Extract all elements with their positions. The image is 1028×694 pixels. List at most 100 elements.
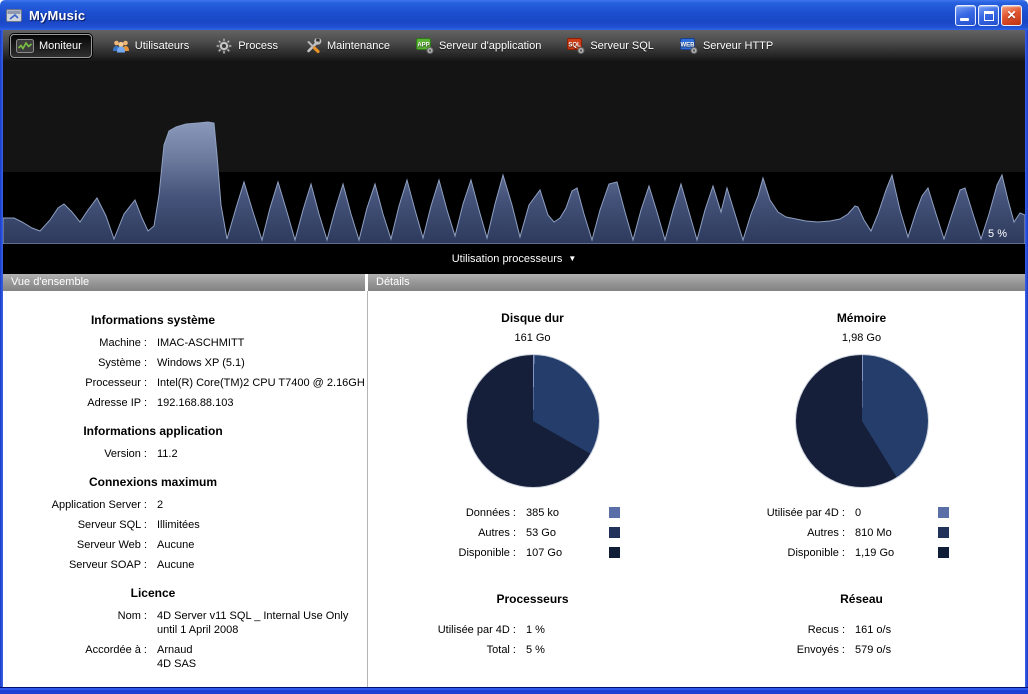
legend-row: Données :385 ko [368,503,697,523]
toolbar-label: Utilisateurs [135,40,189,52]
info-row: Accordée à : Arnaud 4D SAS [3,643,366,671]
toolbar-label: Process [238,40,278,52]
close-button[interactable]: ✕ [1001,5,1022,26]
stat-row: Utilisée par 4D : 1 % [368,620,697,640]
graph-selector-band: Utilisation processeurs ▼ [3,244,1025,274]
toolbar-label: Maintenance [327,40,390,52]
toolbar-item-moniteur[interactable]: Moniteur [10,34,92,58]
legend-color-swatch [938,547,949,558]
toolbar-item-serveur-sql[interactable]: SQL Serveur SQL [561,35,660,57]
info-value: Illimitées [157,518,366,532]
window-title: MyMusic [29,8,85,23]
maximize-icon [984,11,994,21]
disk-column: Disque dur 161 Go Données :385 ko Autres… [368,291,697,687]
window-border-bottom [0,687,1028,694]
app-icon[interactable] [6,8,23,23]
info-label: Version : [3,447,147,461]
stat-label: Total : [368,644,516,656]
toolbar-item-maintenance[interactable]: Maintenance [298,35,396,57]
close-icon: ✕ [1002,6,1021,25]
svg-text:APP: APP [417,42,429,48]
section-heading: Licence [3,586,303,600]
info-label: Application Server : [3,498,147,512]
toolbar: Moniteur Utilisateurs [0,30,1028,61]
stat-value: 161 o/s [855,624,1026,636]
maximize-button[interactable] [978,5,999,26]
legend-row: Disponible :1,19 Go [697,543,1026,563]
toolbar-label: Serveur SQL [590,40,654,52]
app-server-icon: APP [416,38,434,54]
toolbar-item-serveur-application[interactable]: APP Serveur d'application [410,35,547,57]
info-value: 11.2 [157,447,366,461]
info-value: 4D Server v11 SQL _ Internal Use Only un… [157,609,366,637]
stat-value: 579 o/s [855,644,1026,656]
stat-row: Recus : 161 o/s [697,620,1026,640]
info-label: Serveur Web : [3,538,147,552]
sql-server-icon: SQL [567,38,585,54]
info-label: Serveur SOAP : [3,558,147,572]
minimize-icon [960,18,969,21]
memory-total: 1,98 Go [697,332,1026,344]
disk-pie-chart [467,355,599,487]
info-value: Arnaud 4D SAS [157,643,366,671]
info-label: Processeur : [3,376,147,390]
info-label: Système : [3,356,147,370]
processors-heading: Processeurs [368,592,697,606]
toolbar-label: Serveur HTTP [703,40,773,52]
gear-icon [215,38,233,54]
info-row: Nom :4D Server v11 SQL _ Internal Use On… [3,609,366,637]
info-label: Adresse IP : [3,396,147,410]
info-row: Processeur :Intel(R) Core(TM)2 CPU T7400… [3,376,366,390]
overview-panel: Informations système Machine : IMAC-ASCHM… [3,291,366,687]
legend-color-swatch [938,507,949,518]
legend-row: Autres :53 Go [368,523,697,543]
memory-column: Mémoire 1,98 Go Utilisée par 4D :0 Autre… [697,291,1026,687]
cpu-current-value: 5 % [988,228,1007,240]
details-panel: Disque dur 161 Go Données :385 ko Autres… [367,291,1025,687]
toolbar-item-utilisateurs[interactable]: Utilisateurs [106,35,195,57]
legend-label: Autres : [697,527,845,539]
legend-label: Autres : [368,527,516,539]
info-value: Aucune [157,538,366,552]
info-row: Application Server :2 [3,498,366,512]
graph-selector-dropdown[interactable]: Utilisation processeurs ▼ [452,253,577,265]
network-heading: Réseau [697,592,1026,606]
stat-label: Recus : [697,624,845,636]
info-value: Windows XP (5.1) [157,356,366,370]
info-row: Serveur SQL :Illimitées [3,518,366,532]
info-row: Adresse IP : 192.168.88.103 [3,396,366,410]
toolbar-item-serveur-http[interactable]: WEB Serveur HTTP [674,35,779,57]
stat-row: Total :5 % [368,640,697,660]
section-heading: Informations système [3,313,303,327]
info-row: Serveur Web : Aucune [3,538,366,552]
disk-legend: Données :385 ko Autres :53 Go Disponible… [368,503,697,563]
info-row: Serveur SOAP :Aucune [3,558,366,572]
toolbar-item-process[interactable]: Process [209,35,284,57]
stat-label: Utilisée par 4D : [368,624,516,636]
info-label: Machine : [3,336,147,350]
info-value: 192.168.88.103 [157,396,366,410]
legend-label: Données : [368,507,516,519]
legend-color-swatch [938,527,949,538]
minimize-button[interactable] [955,5,976,26]
chevron-down-icon: ▼ [568,255,576,263]
graph-selector-label: Utilisation processeurs [452,253,563,265]
users-icon [112,38,130,54]
cpu-usage-chart: 5 % [3,61,1025,244]
window-border-left [0,30,3,687]
toolbar-label: Moniteur [39,40,82,52]
stat-value: 1 % [526,624,697,636]
memory-title: Mémoire [697,311,1026,325]
legend-color-swatch [609,507,620,518]
info-row: Version : 11.2 [3,447,366,461]
legend-label: Disponible : [697,547,845,559]
tools-icon [304,38,322,54]
info-value: IMAC-ASCHMITT [157,336,366,350]
info-row: Système : Windows XP (5.1) [3,356,366,370]
titlebar[interactable]: MyMusic ✕ [0,0,1028,30]
stat-row: Envoyés :579 o/s [697,640,1026,660]
info-label: Accordée à : [3,643,147,671]
legend-row: Utilisée par 4D :0 [697,503,1026,523]
legend-row: Disponible :107 Go [368,543,697,563]
memory-pie-chart [796,355,928,487]
